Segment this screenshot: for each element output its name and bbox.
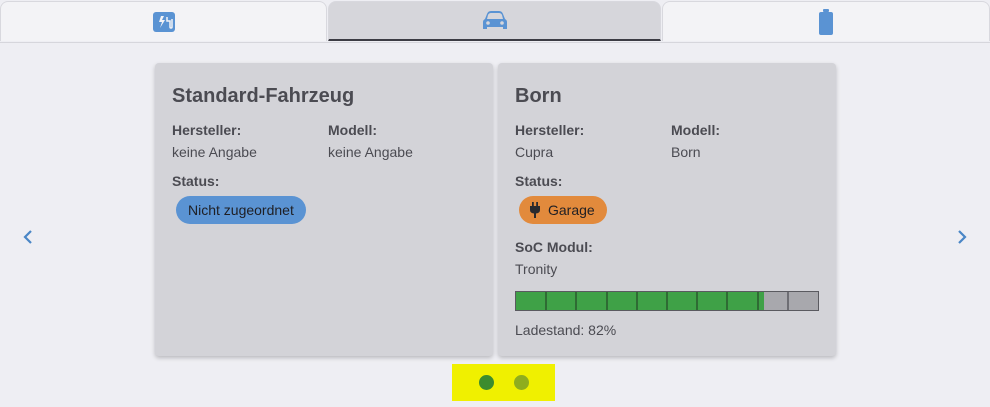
status-badge: Nicht zugeordnet: [176, 196, 306, 224]
soc-module-label: SoC Modul:: [515, 239, 593, 255]
soc-progress-segment: [787, 292, 789, 310]
carousel-pagination: [452, 364, 555, 401]
charge-point-icon: [152, 10, 176, 34]
vehicle-title: Born: [515, 85, 562, 107]
soc-progress-segment: [545, 292, 547, 310]
vehicle-title: Standard-Fahrzeug: [172, 85, 355, 107]
carousel-prev-button[interactable]: [18, 228, 38, 250]
status-badge-text: Nicht zugeordnet: [188, 202, 294, 218]
tab-batteries[interactable]: [662, 1, 990, 41]
chevron-right-icon: [956, 229, 968, 250]
status-badge-text: Garage: [548, 202, 595, 218]
soc-progress-segment: [696, 292, 698, 310]
soc-module-value: Tronity: [515, 261, 558, 277]
chevron-left-icon: [22, 229, 34, 250]
model-label: Modell:: [671, 122, 720, 138]
manufacturer-label: Hersteller:: [515, 122, 585, 138]
battery-icon: [818, 8, 834, 35]
model-value: keine Angabe: [328, 144, 413, 160]
car-icon: [482, 10, 508, 32]
soc-text: Ladestand: 82%: [515, 322, 617, 338]
tab-divider: [0, 42, 990, 43]
vehicle-card[interactable]: Standard-Fahrzeug Hersteller: keine Anga…: [155, 63, 493, 356]
soc-progress-segment: [636, 292, 638, 310]
status-badge: Garage: [519, 196, 607, 224]
plug-icon: [529, 202, 541, 218]
manufacturer-value: Cupra: [515, 144, 554, 160]
soc-progress-segment: [757, 292, 759, 310]
soc-progress-bar: [515, 291, 819, 311]
tab-bar: [0, 0, 990, 43]
carousel-next-button[interactable]: [952, 228, 972, 250]
tab-charge-points[interactable]: [0, 1, 327, 41]
soc-progress-segment: [726, 292, 728, 310]
vehicle-card[interactable]: Born Hersteller: Cupra Modell: Born Stat…: [498, 63, 836, 356]
status-label: Status:: [172, 173, 220, 189]
soc-progress-segment: [575, 292, 577, 310]
tab-vehicles[interactable]: [328, 1, 661, 41]
soc-progress-segment: [666, 292, 668, 310]
soc-progress-segment: [606, 292, 608, 310]
manufacturer-value: keine Angabe: [172, 144, 257, 160]
pagination-dot[interactable]: [513, 375, 529, 390]
status-label: Status:: [515, 173, 563, 189]
model-label: Modell:: [328, 122, 377, 138]
model-value: Born: [671, 144, 701, 160]
manufacturer-label: Hersteller:: [172, 122, 242, 138]
pagination-dot[interactable]: [478, 375, 494, 390]
